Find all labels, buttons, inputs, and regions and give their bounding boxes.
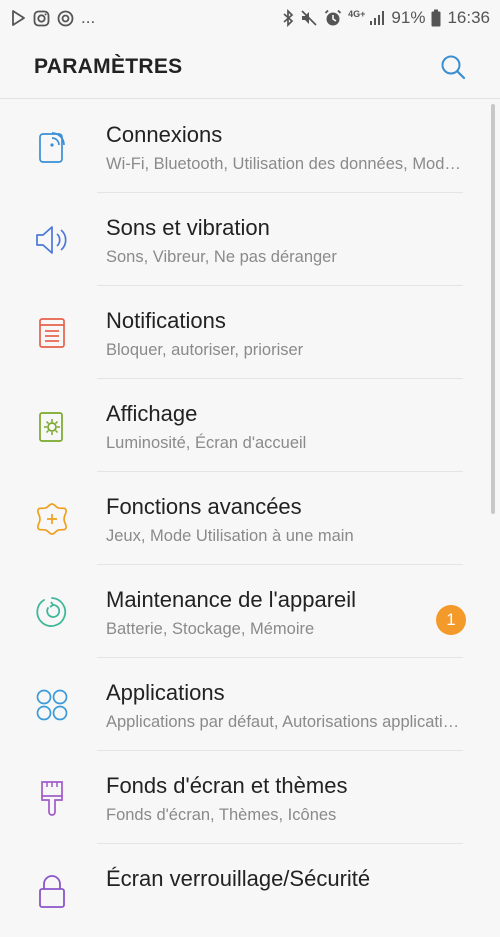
settings-item-ecran-verrouillage-securite[interactable]: Écran verrouillage/Sécurité: [0, 844, 500, 937]
sync-app-icon: [57, 10, 74, 27]
settings-item-affichage[interactable]: Affichage Luminosité, Écran d'accueil: [0, 379, 500, 472]
connections-icon: [33, 128, 71, 166]
settings-item-maintenance-appareil[interactable]: Maintenance de l'appareil Batterie, Stoc…: [0, 565, 500, 658]
page-title: PARAMÈTRES: [34, 55, 183, 78]
alarm-icon: [324, 9, 342, 27]
settings-item-subtitle: Luminosité, Écran d'accueil: [106, 434, 307, 452]
settings-item-title: Sons et vibration: [106, 215, 270, 240]
settings-item-subtitle: Jeux, Mode Utilisation à une main: [106, 527, 354, 545]
volume-icon: [33, 221, 71, 259]
status-bar-right: 4G+ 91% 16:36: [282, 8, 490, 28]
wallpaper-brush-icon: [33, 779, 71, 817]
settings-item-fonds-ecran-themes[interactable]: Fonds d'écran et thèmes Fonds d'écran, T…: [0, 751, 500, 844]
settings-item-applications[interactable]: Applications Applications par défaut, Au…: [0, 658, 500, 751]
search-icon: [441, 55, 466, 80]
battery-icon: [431, 9, 441, 27]
settings-item-notifications[interactable]: Notifications Bloquer, autoriser, priori…: [0, 286, 500, 379]
settings-list: Connexions Wi-Fi, Bluetooth, Utilisation…: [0, 100, 500, 937]
settings-item-title: Fonds d'écran et thèmes: [106, 773, 348, 798]
scrollbar[interactable]: [491, 104, 495, 514]
settings-item-subtitle: Wi-Fi, Bluetooth, Utilisation des donnée…: [106, 155, 464, 173]
settings-item-fonctions-avancees[interactable]: Fonctions avancées Jeux, Mode Utilisatio…: [0, 472, 500, 565]
applications-icon: [33, 686, 71, 724]
settings-item-subtitle: Bloquer, autoriser, prioriser: [106, 341, 304, 359]
settings-item-title: Connexions: [106, 122, 223, 147]
app-header: PARAMÈTRES: [0, 36, 500, 99]
vibrate-mute-icon: [300, 9, 318, 27]
notification-badge: 1: [436, 605, 466, 635]
bluetooth-icon: [282, 9, 294, 27]
settings-item-title: Affichage: [106, 401, 198, 426]
clock-time: 16:36: [447, 8, 490, 27]
signal-icon: [369, 10, 385, 26]
settings-item-subtitle: Applications par défaut, Autorisations a…: [106, 713, 464, 731]
settings-item-subtitle: Batterie, Stockage, Mémoire: [106, 620, 315, 638]
notifications-icon: [33, 314, 71, 352]
settings-item-subtitle: Sons, Vibreur, Ne pas déranger: [106, 248, 337, 266]
device-maintenance-icon: [33, 593, 71, 631]
battery-percentage: 91%: [391, 8, 426, 27]
settings-item-subtitle: Fonds d'écran, Thèmes, Icônes: [106, 806, 337, 824]
play-store-icon: [10, 10, 26, 26]
advanced-features-icon: [33, 500, 71, 538]
search-button[interactable]: [438, 52, 468, 82]
settings-item-title: Écran verrouillage/Sécurité: [106, 866, 371, 891]
settings-item-title: Fonctions avancées: [106, 494, 302, 519]
more-notifications-text: ...: [81, 8, 96, 27]
instagram-icon: [33, 10, 50, 27]
settings-item-connexions[interactable]: Connexions Wi-Fi, Bluetooth, Utilisation…: [0, 100, 500, 193]
status-bar-left: ...: [10, 8, 95, 28]
network-type-text: 4G+: [348, 9, 366, 19]
display-icon: [33, 407, 71, 445]
lock-icon: [33, 872, 71, 910]
settings-item-sons-et-vibration[interactable]: Sons et vibration Sons, Vibreur, Ne pas …: [0, 193, 500, 286]
status-bar: ... 4G+ 91% 16:36: [0, 0, 500, 36]
settings-item-title: Applications: [106, 680, 225, 705]
settings-item-title: Notifications: [106, 308, 226, 333]
settings-item-title: Maintenance de l'appareil: [106, 587, 357, 612]
